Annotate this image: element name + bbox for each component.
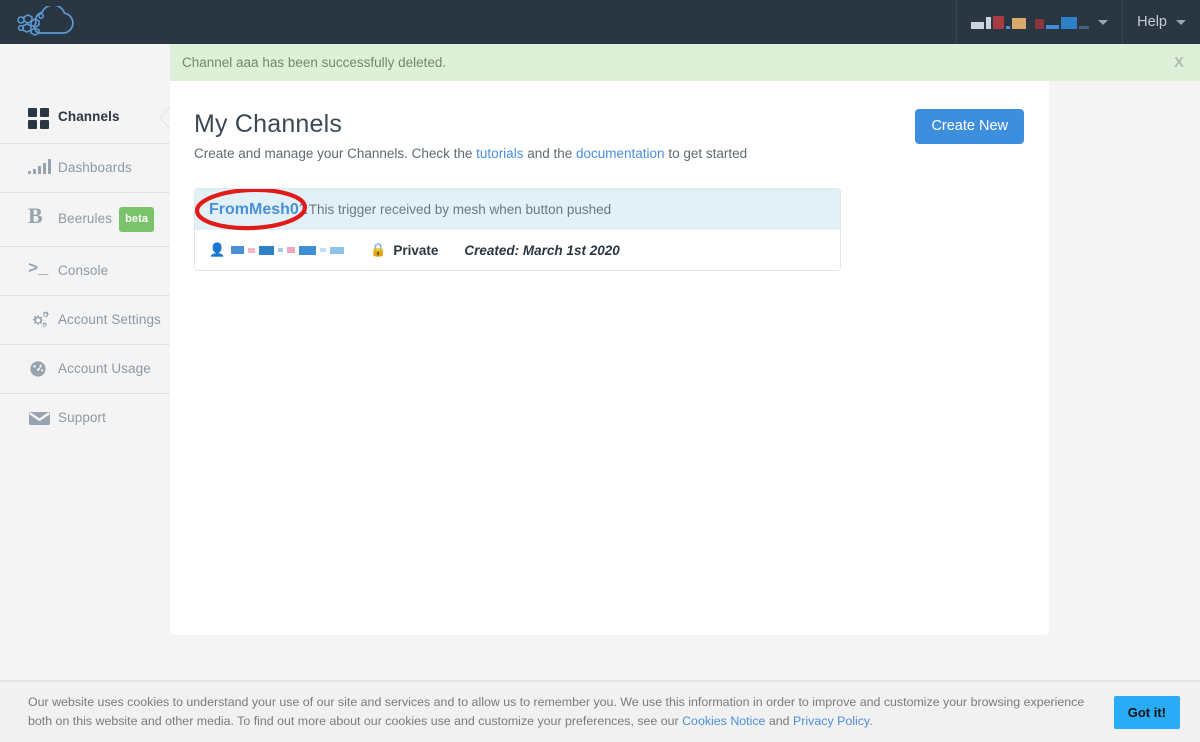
sidebar-item-beerules[interactable]: B Beerules beta <box>0 192 170 246</box>
sidebar: Channels Dashboards B Beerules beta >_ Co… <box>0 44 171 681</box>
redaction-block <box>971 22 985 29</box>
redaction-block <box>330 246 345 254</box>
subtitle-text-1: Create and manage your Channels. Check t… <box>194 146 477 161</box>
gauge-glyph <box>30 361 46 377</box>
redaction-block <box>1046 25 1060 29</box>
b-icon: B <box>28 203 43 228</box>
page-header-text: My Channels Create and manage your Chann… <box>194 109 915 161</box>
content-panel: My Channels Create and manage your Chann… <box>170 81 1049 635</box>
page-title: My Channels <box>194 110 343 138</box>
redaction-block <box>986 17 992 29</box>
redaction-block <box>1035 19 1045 29</box>
cookie-text-3: . <box>869 714 873 728</box>
username-redacted <box>971 15 1090 29</box>
notification-message: Channel aaa has been successfully delete… <box>182 55 447 70</box>
redaction-block <box>1079 26 1090 29</box>
grid-icon <box>28 108 58 129</box>
redaction-block <box>320 248 327 252</box>
channel-name-link[interactable]: FromMesh01 <box>209 201 308 219</box>
beta-badge: beta <box>119 207 155 232</box>
redaction-block <box>278 248 284 252</box>
gears-icon <box>28 311 58 329</box>
bars-icon <box>28 159 58 174</box>
page-header: My Channels Create and manage your Chann… <box>194 109 1024 161</box>
cookie-consent-banner: Our website uses cookies to understand y… <box>0 681 1200 742</box>
redaction-block <box>1028 24 1034 29</box>
main-content: My Channels Create and manage your Chann… <box>170 81 1200 681</box>
envelope-glyph <box>29 412 50 425</box>
documentation-link[interactable]: documentation <box>576 146 665 161</box>
sidebar-item-label: Account Settings <box>58 312 161 327</box>
redaction-block <box>231 246 245 254</box>
sidebar-item-account-usage[interactable]: Account Usage <box>0 344 170 393</box>
channel-card-header: FromMesh01 This trigger received by mesh… <box>195 189 840 230</box>
channel-description: This trigger received by mesh when butto… <box>308 202 612 217</box>
redaction-block <box>259 245 275 255</box>
channel-card-meta: 👤 🔒 Private Created: March 1st 2020 <box>195 230 840 270</box>
channel-card: FromMesh01 This trigger received by mesh… <box>194 188 841 271</box>
redaction-block <box>248 247 256 253</box>
subtitle-text-3: to get started <box>664 146 748 161</box>
user-menu[interactable] <box>956 0 1122 44</box>
subtitle-text-2: and the <box>523 146 576 161</box>
sidebar-item-text: Beerules <box>58 211 113 227</box>
visibility-label: Private <box>393 242 439 258</box>
sidebar-item-label: Support <box>58 410 106 425</box>
success-notification: Channel aaa has been successfully delete… <box>170 44 1200 81</box>
cookies-notice-link[interactable]: Cookies Notice <box>682 714 765 728</box>
redaction-block <box>299 245 317 255</box>
sidebar-item-label: Channels <box>58 109 120 124</box>
sidebar-item-label: Console <box>58 263 109 278</box>
create-new-button[interactable]: Create New <box>915 109 1024 144</box>
gauge-icon <box>28 360 58 378</box>
help-menu-label: Help <box>1137 14 1167 30</box>
help-menu[interactable]: Help <box>1122 0 1200 44</box>
close-icon[interactable]: X <box>1170 54 1188 71</box>
app-root: Help Channel aaa has been successfully d… <box>0 0 1200 742</box>
sidebar-item-channels[interactable]: Channels <box>0 93 171 143</box>
sidebar-nav-list: Channels Dashboards B Beerules beta >_ Co… <box>0 44 171 442</box>
owner-name-redacted <box>231 245 345 255</box>
redaction-block <box>1061 17 1078 29</box>
sidebar-item-label: Beerules beta <box>58 207 155 232</box>
redaction-block <box>287 247 296 253</box>
cookie-text: Our website uses cookies to understand y… <box>28 693 1098 731</box>
tutorials-link[interactable]: tutorials <box>476 146 523 161</box>
redaction-block <box>1012 18 1027 29</box>
accept-cookies-button[interactable]: Got it! <box>1113 695 1180 729</box>
cloud-logo-icon <box>17 6 74 36</box>
sidebar-item-console[interactable]: >_ Console <box>0 246 170 295</box>
redaction-block <box>993 16 1005 29</box>
console-icon: >_ <box>28 260 49 279</box>
redaction-block <box>1006 26 1011 29</box>
panel-inner: My Channels Create and manage your Chann… <box>170 81 1049 271</box>
envelope-icon <box>28 409 58 426</box>
top-navigation-bar: Help <box>0 0 1200 44</box>
sidebar-item-account-settings[interactable]: Account Settings <box>0 295 170 344</box>
channel-owner: 👤 <box>209 242 345 258</box>
cookie-text-1: Our website uses cookies to understand y… <box>28 695 1085 728</box>
person-icon: 👤 <box>209 242 226 257</box>
sidebar-item-dashboards[interactable]: Dashboards <box>0 143 170 192</box>
lock-icon: 🔒 <box>370 242 387 257</box>
sidebar-item-support[interactable]: Support <box>0 393 170 442</box>
sidebar-item-label: Dashboards <box>58 160 132 175</box>
page-subtitle: Create and manage your Channels. Check t… <box>194 146 915 161</box>
chevron-down-icon <box>1176 19 1186 25</box>
cloud-logo[interactable] <box>0 0 110 44</box>
cookie-text-2: and <box>765 714 794 728</box>
sidebar-item-label: Account Usage <box>58 361 151 376</box>
gears-glyph <box>32 311 49 327</box>
created-date: Created: March 1st 2020 <box>464 242 620 258</box>
chevron-down-icon <box>1098 19 1109 25</box>
privacy-policy-link[interactable]: Privacy Policy <box>793 714 869 728</box>
